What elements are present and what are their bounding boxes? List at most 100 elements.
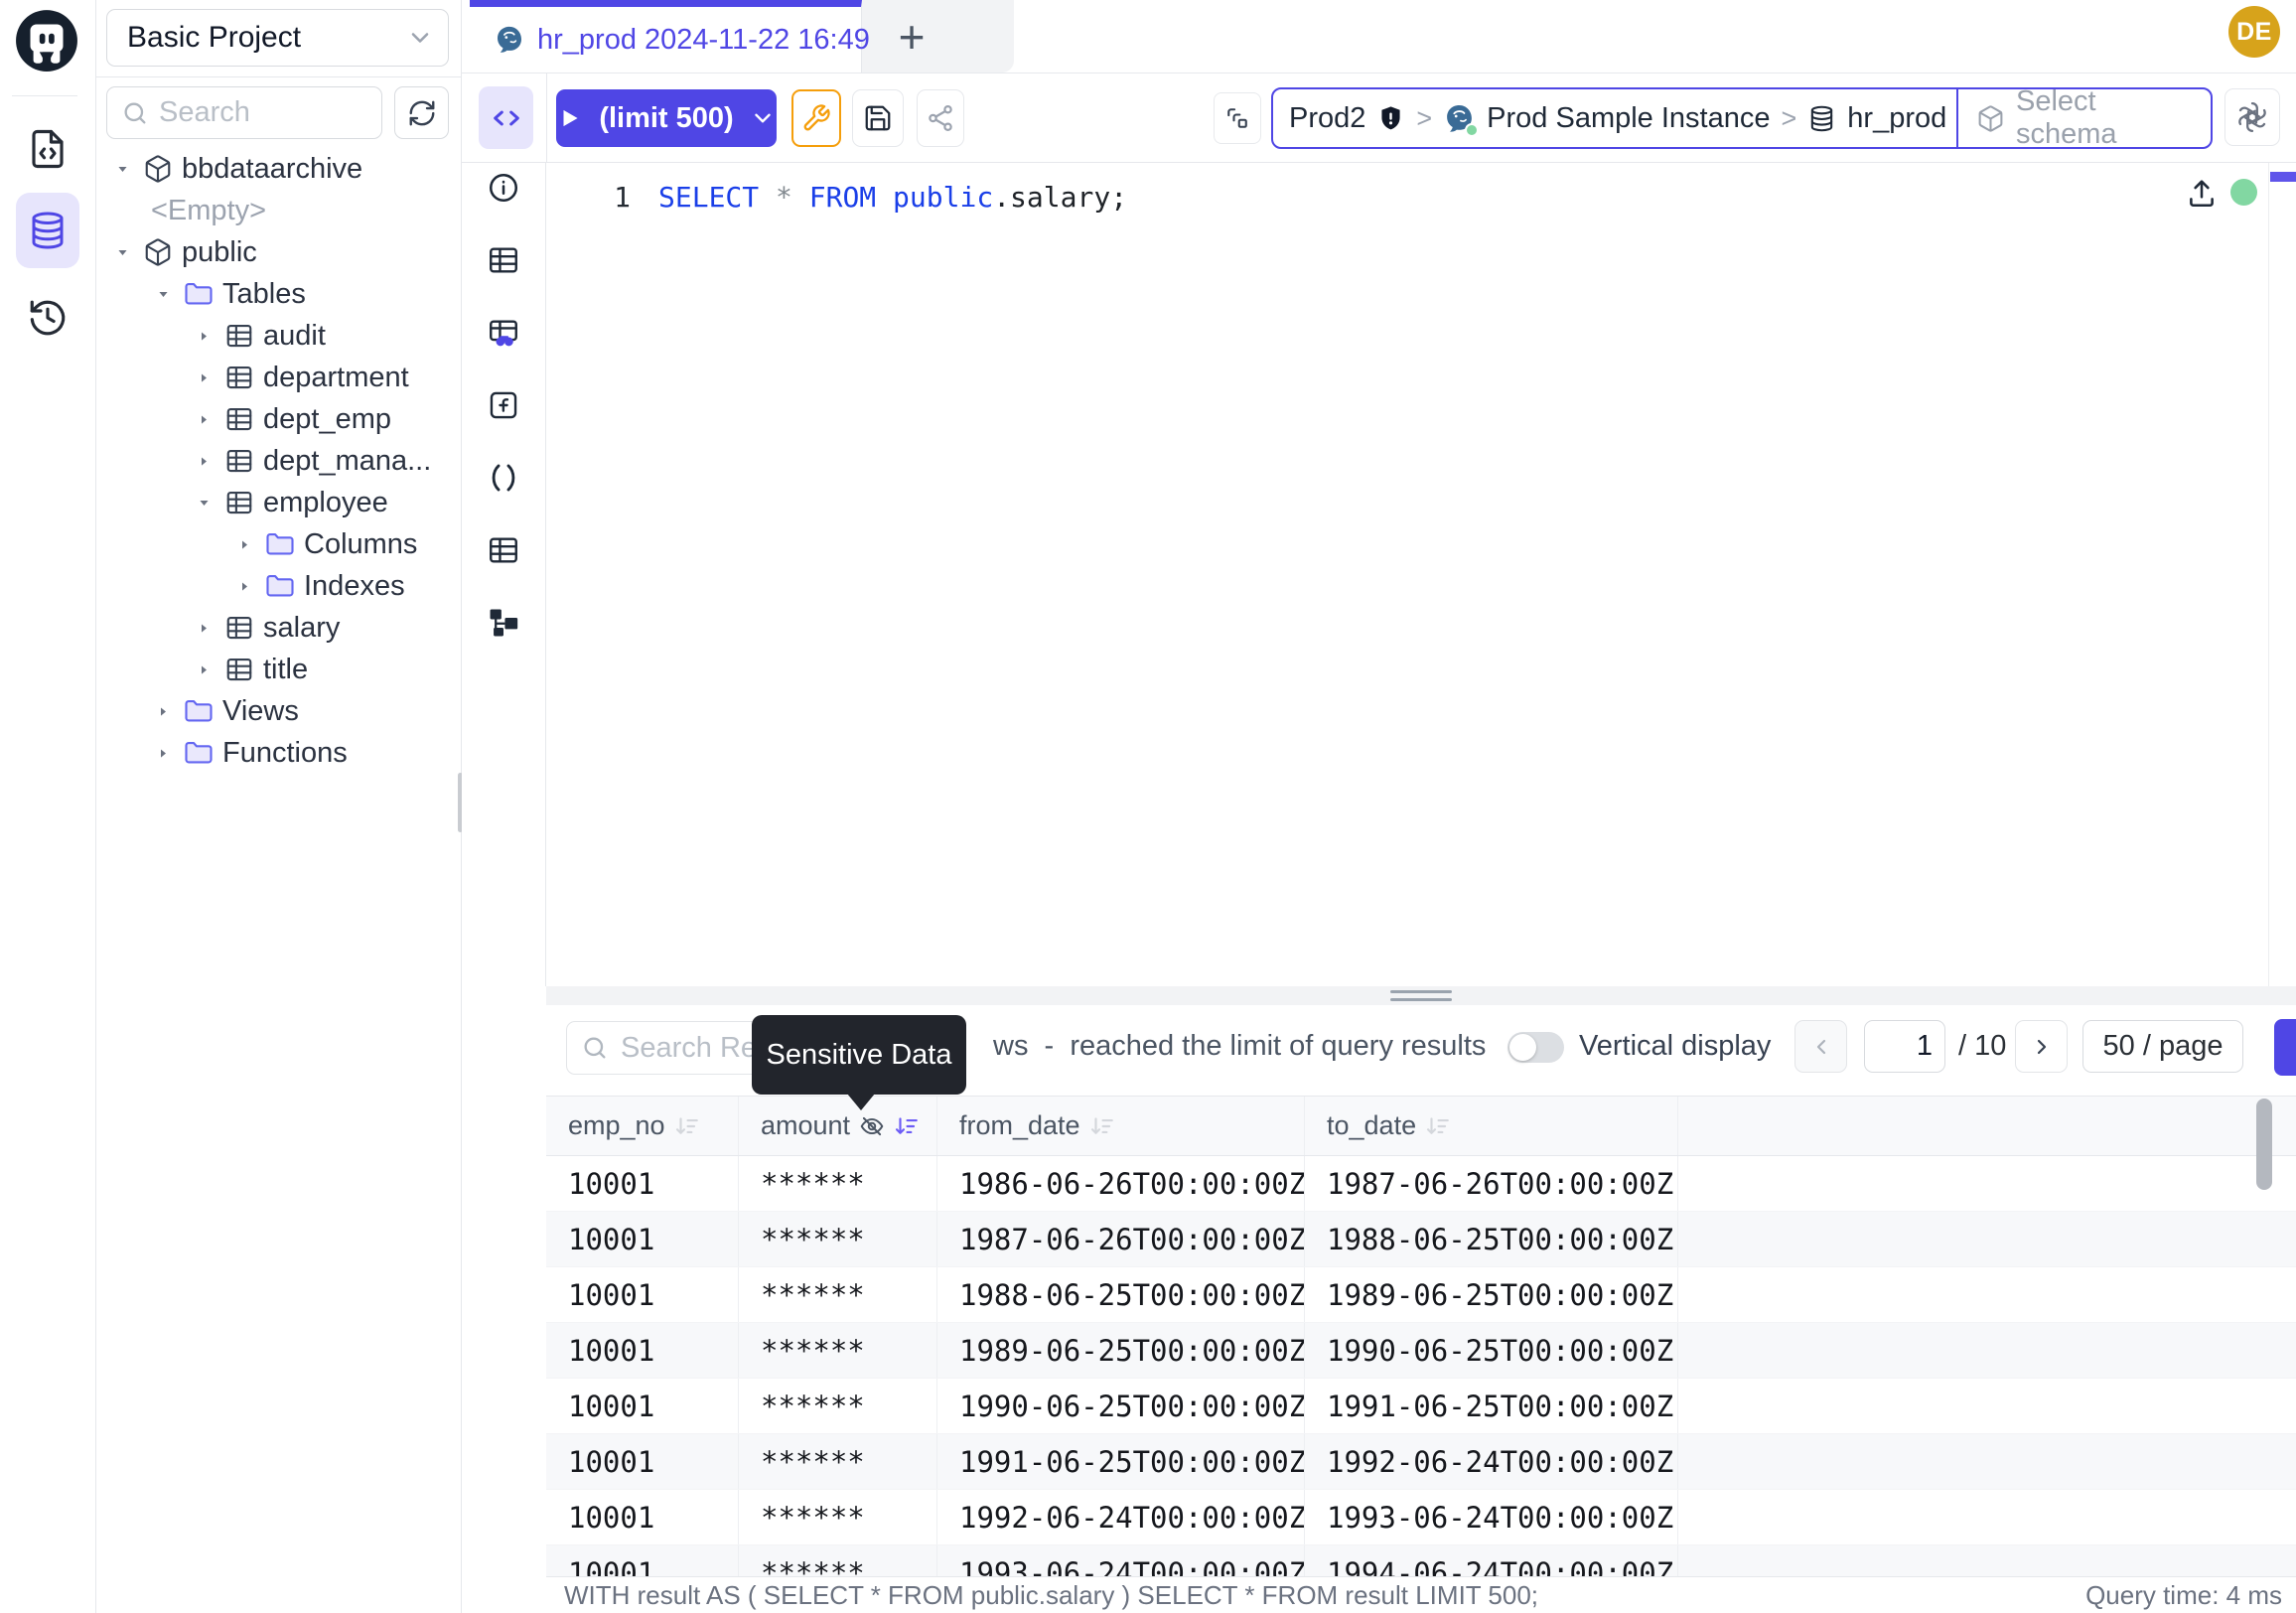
- parens-icon[interactable]: [482, 456, 525, 500]
- table-icon[interactable]: [482, 528, 525, 572]
- sort-icon[interactable]: [674, 1113, 700, 1139]
- format-button[interactable]: [791, 89, 841, 147]
- tree-item-title[interactable]: title: [96, 649, 461, 690]
- prev-page-button[interactable]: [1794, 1020, 1847, 1073]
- tree-item-label: Functions: [222, 737, 348, 770]
- table-cell: 1988-06-25T00:00:00Z: [1305, 1212, 1678, 1266]
- caret-right-icon[interactable]: [192, 616, 215, 640]
- table-search-icon[interactable]: [482, 311, 525, 355]
- caret-right-icon[interactable]: [192, 449, 215, 473]
- page-number-input[interactable]: 1: [1864, 1020, 1945, 1073]
- table-icon[interactable]: [482, 238, 525, 282]
- column-header-emp_no[interactable]: emp_no: [546, 1097, 739, 1155]
- table-scrollbar-thumb[interactable]: [2256, 1099, 2272, 1190]
- table-icon: [224, 446, 254, 476]
- vertical-display-toggle[interactable]: [1507, 1032, 1564, 1063]
- tab-hr-prod[interactable]: hr_prod 2024-11-22 16:49: [470, 0, 862, 73]
- column-header-from_date[interactable]: from_date: [937, 1097, 1305, 1155]
- panel-splitter[interactable]: [546, 986, 2296, 1005]
- table-row[interactable]: 10001******1986-06-26T00:00:00Z1987-06-2…: [546, 1156, 2296, 1212]
- save-button[interactable]: [852, 89, 904, 147]
- function-square-icon[interactable]: [482, 383, 525, 427]
- tree-item-department[interactable]: department: [96, 357, 461, 398]
- table-cell: [1678, 1434, 2296, 1489]
- page-total: / 10: [1958, 1030, 2006, 1063]
- table-cell: 10001: [546, 1267, 739, 1322]
- table-row[interactable]: 10001******1993-06-24T00:00:00Z1994-06-2…: [546, 1545, 2296, 1576]
- caret-right-icon[interactable]: [151, 699, 175, 723]
- caret-down-icon[interactable]: [110, 157, 134, 181]
- sort-icon[interactable]: [1425, 1113, 1451, 1139]
- table-row[interactable]: 10001******1988-06-25T00:00:00Z1989-06-2…: [546, 1267, 2296, 1323]
- editor-scrollbar-thumb[interactable]: [2270, 172, 2296, 182]
- column-header-to_date[interactable]: to_date: [1305, 1097, 1678, 1155]
- rail-item-databases[interactable]: [16, 193, 79, 268]
- caret-right-icon[interactable]: [232, 574, 256, 598]
- export-button-edge[interactable]: [2274, 1019, 2296, 1076]
- sidebar-search-input[interactable]: [159, 96, 367, 129]
- caret-right-icon[interactable]: [192, 366, 215, 389]
- refresh-button[interactable]: [394, 86, 449, 139]
- sql-token: *: [776, 181, 792, 214]
- batch-query-button[interactable]: [1214, 92, 1261, 144]
- results-table-body: 10001******1986-06-26T00:00:00Z1987-06-2…: [546, 1156, 2296, 1576]
- page-size-selector[interactable]: 50 / page: [2082, 1020, 2243, 1073]
- share-button[interactable]: [917, 89, 964, 147]
- caret-right-icon[interactable]: [192, 658, 215, 681]
- worksheet-code-icon: [27, 128, 69, 170]
- sidebar-search[interactable]: [106, 86, 382, 139]
- rail-item-worksheets[interactable]: [16, 117, 79, 181]
- tree-item-employee[interactable]: employee: [96, 482, 461, 523]
- table-row[interactable]: 10001******1990-06-25T00:00:00Z1991-06-2…: [546, 1379, 2296, 1434]
- table-row[interactable]: 10001******1987-06-26T00:00:00Z1988-06-2…: [546, 1212, 2296, 1267]
- tree-item-tables[interactable]: Tables: [96, 273, 461, 315]
- caret-right-icon[interactable]: [232, 532, 256, 556]
- connection-path[interactable]: Prod2 > Prod Sample Instance > hr_prod: [1273, 89, 1956, 147]
- new-tab-button[interactable]: +: [883, 8, 940, 66]
- tree-item-salary[interactable]: salary: [96, 607, 461, 649]
- next-page-button[interactable]: [2015, 1020, 2068, 1073]
- table-cell: [1678, 1267, 2296, 1322]
- table-row[interactable]: 10001******1989-06-25T00:00:00Z1990-06-2…: [546, 1323, 2296, 1379]
- sql-code-line[interactable]: SELECT * FROM public.salary;: [658, 181, 1127, 214]
- tree-item-public[interactable]: public: [96, 231, 461, 273]
- table-cell: 10001: [546, 1545, 739, 1576]
- bytebase-logo-icon[interactable]: [14, 8, 79, 73]
- caret-down-icon[interactable]: [192, 491, 215, 514]
- tree-item-columns[interactable]: Columns: [96, 523, 461, 565]
- sql-token: public: [893, 181, 993, 214]
- tree-item-indexes[interactable]: Indexes: [96, 565, 461, 607]
- toggle-knob: [1509, 1034, 1536, 1061]
- tree-item-views[interactable]: Views: [96, 690, 461, 732]
- tab-bar: hr_prod 2024-11-22 16:49 + DE: [462, 0, 2296, 73]
- caret-right-icon[interactable]: [192, 407, 215, 431]
- user-avatar[interactable]: DE: [2228, 6, 2280, 58]
- breadcrumb-separator: >: [1416, 103, 1432, 134]
- sort-icon[interactable]: [894, 1113, 920, 1139]
- info-icon[interactable]: [482, 166, 525, 210]
- code-panel-button[interactable]: [479, 86, 533, 149]
- caret-right-icon[interactable]: [151, 741, 175, 765]
- tree-item-audit[interactable]: audit: [96, 315, 461, 357]
- caret-right-icon[interactable]: [192, 324, 215, 348]
- ai-assistant-button[interactable]: [2224, 88, 2280, 146]
- project-selector[interactable]: Basic Project: [106, 9, 449, 67]
- rail-item-history[interactable]: [16, 286, 79, 350]
- tree-item-empty[interactable]: <Empty>: [96, 190, 461, 231]
- table-cell: [1678, 1156, 2296, 1211]
- tree-item-functions[interactable]: Functions: [96, 732, 461, 774]
- table-row[interactable]: 10001******1991-06-25T00:00:00Z1992-06-2…: [546, 1434, 2296, 1490]
- run-query-button[interactable]: (limit 500): [556, 89, 777, 147]
- caret-down-icon[interactable]: [151, 282, 175, 306]
- schema-diagram-icon[interactable]: [482, 601, 525, 645]
- tree-item-dept-emp[interactable]: dept_emp: [96, 398, 461, 440]
- column-header-amount[interactable]: amount: [739, 1097, 937, 1155]
- table-row[interactable]: 10001******1992-06-24T00:00:00Z1993-06-2…: [546, 1490, 2296, 1545]
- tree-item-dept-mana[interactable]: dept_mana...: [96, 440, 461, 482]
- sort-icon[interactable]: [1089, 1113, 1115, 1139]
- upload-icon[interactable]: [2185, 176, 2219, 210]
- caret-down-icon[interactable]: [110, 240, 134, 264]
- schema-selector[interactable]: Select schema: [1956, 89, 2211, 147]
- tree-item-bbdataarchive[interactable]: bbdataarchive: [96, 148, 461, 190]
- folder-icon: [184, 696, 214, 726]
